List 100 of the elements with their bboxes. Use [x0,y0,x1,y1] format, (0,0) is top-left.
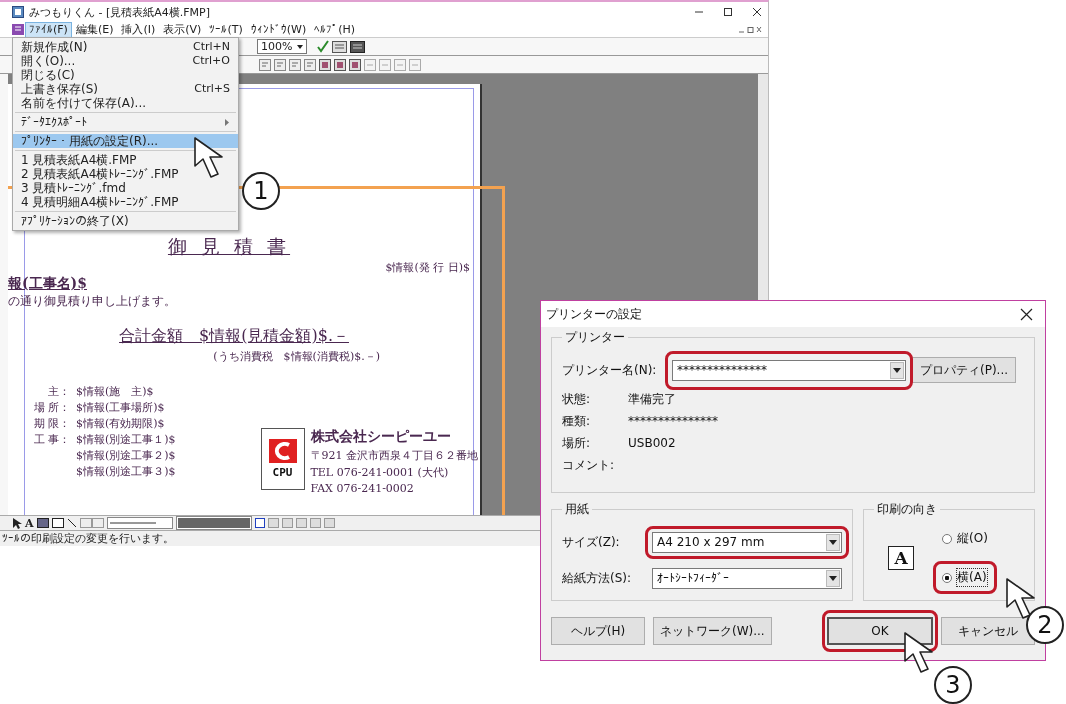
dropdown[interactable]: A4 210 x 297 mm [652,531,842,553]
dropdown-arrow-icon [829,575,837,581]
dropdown-arrow-icon [893,367,901,373]
layout-icon[interactable] [323,518,335,528]
company-address: 〒921 金沢市西泉４丁目６２番地 [310,448,478,463]
line-icon[interactable] [66,518,77,528]
step-number: 3 [934,666,972,704]
menu-item[interactable]: ｳｨﾝﾄﾞｳ(W) [247,22,310,37]
info-label: 種類: [562,412,592,430]
menu-item[interactable]: 上書き保存(S) Ctrl+S [13,82,238,96]
dialog-button[interactable]: OK [827,617,933,645]
dialog-button[interactable]: ヘルプ(H) [551,617,645,645]
field-label: 工 事： [32,432,70,447]
menu-item[interactable]: 新規作成(N) Ctrl+N [13,40,238,54]
layer-icon[interactable] [349,58,361,71]
menu-item[interactable]: ﾌｧｲﾙ(F) [26,22,71,37]
page-letter-icon: A [888,546,914,570]
align-icon[interactable] [304,58,316,71]
step-number: 2 [1026,606,1064,644]
group-label: 用紙 [564,501,590,518]
arrange-icon[interactable] [394,58,406,71]
menu-item[interactable]: ﾂｰﾙ(T) [206,22,246,37]
dialog-button[interactable]: ネットワーク(W)... [653,617,772,645]
menu-item[interactable]: 2 見積表紙A4横ﾄﾚｰﾆﾝｸﾞ.FMP [13,167,238,181]
layer-icon[interactable] [334,58,346,71]
menu-item[interactable]: 名前を付けて保存(A)... [13,96,238,110]
grid-icon[interactable] [332,40,347,53]
info-label: 場所: [562,434,592,452]
line-sample-icon [107,520,158,526]
menu-item[interactable]: 1 見積表紙A4横.FMP [13,153,238,167]
field-label: 場 所： [32,400,70,415]
dropdown[interactable]: *************** [672,359,906,381]
info-label: 状態: [562,390,592,408]
field-value: $情報(別途工事３)$ [76,464,176,479]
submenu-arrow-icon [225,118,230,126]
phone-number: TEL 076-241-0001 (大代) [310,465,450,480]
menu-item[interactable]: 表示(V) [160,22,205,37]
field-label: 期 限： [32,416,70,431]
close-icon[interactable] [1020,307,1033,321]
cursor-icon [904,632,934,674]
dropdown-arrow-icon [829,539,837,545]
group-label: プリンター [564,329,626,346]
menu-item[interactable]: ﾍﾙﾌﾟ(H) [311,22,359,37]
menu-item[interactable]: 開く(O)... Ctrl+O [13,54,238,68]
rectangle-icon[interactable] [51,518,64,528]
menu-item[interactable]: 編集(E) [72,22,117,37]
field-value: $情報(工事場所)$ [76,400,166,415]
app-icon [12,6,24,18]
menu-item[interactable]: 挿入(I) [118,22,159,37]
tax-field: (うち消費税 $情報(消費税)$.－) [213,349,380,364]
menu-item[interactable]: ﾃﾞｰﾀｴｸｽﾎﾟｰﾄ [13,115,238,129]
cursor-icon [1006,578,1036,620]
field-value: $情報(別途工事２)$ [76,448,176,463]
zoom-combo[interactable]: 100% [257,39,307,54]
field-label: 給紙方法(S): [562,569,633,587]
dialog-button[interactable]: キャンセル [941,617,1035,645]
layout-icon[interactable] [281,518,293,528]
close-icon[interactable] [752,7,762,17]
company-name: 株式会社シーピーユー [310,428,452,446]
properties-button[interactable]: プロパティ(P)... [912,357,1016,383]
field-value: $情報(施 主)$ [76,384,155,399]
dropdown[interactable]: ｵｰﾄｼｰﾄﾌｨｰﾀﾞｰ [652,567,842,589]
dialog-title: プリンターの設定 [546,305,642,323]
checkmark-icon[interactable] [316,40,329,53]
info-label: コメント: [562,456,616,474]
align-icon[interactable] [274,58,286,71]
menu-item[interactable]: ﾌﾟﾘﾝﾀｰ・用紙の設定(R)... [13,134,238,148]
menu-item[interactable]: 4 見積明細A4横ﾄﾚｰﾆﾝｸﾞ.FMP [13,195,238,209]
document-title: 御 見 積 書 [167,234,291,259]
window-title: みつもりくん - [見積表紙A4横.FMP] [29,4,211,20]
layout-icon[interactable] [295,518,307,528]
info-value: USB002 [628,436,676,450]
menu-item[interactable]: ｱﾌﾟﾘｹｰｼｮﾝの終了(X) [13,214,238,228]
c-mark-icon [268,439,297,463]
highlight-frame [933,561,997,594]
field-label: 主： [47,384,70,399]
maximize-icon[interactable] [723,7,733,17]
pointer-icon[interactable] [12,517,22,529]
text-tool-button[interactable]: A [25,517,34,529]
logo-text: CPU [272,466,293,479]
layout-icon[interactable] [309,518,321,528]
line-style-dropdown[interactable] [106,517,173,529]
arrange-icon[interactable] [409,58,421,71]
fax-number: FAX 076-241-0002 [310,482,415,495]
restore-window-icon[interactable] [738,25,762,34]
cursor-icon [194,137,224,179]
menu-item[interactable]: 3 見積ﾄﾚｰﾆﾝｸﾞ.fmd [13,181,238,195]
align-icon[interactable] [259,58,271,71]
grid-icon[interactable] [350,40,365,53]
table-icon[interactable] [36,518,49,528]
radio-option[interactable]: 縦(O) [942,530,988,547]
group-label: 印刷の向き [876,501,938,518]
menu-item[interactable]: 閉じる(C) [13,68,238,82]
project-name-field: 報(工事名)$ [8,275,87,293]
radio-option[interactable]: 横(A) [942,569,988,586]
frame-icon[interactable] [254,518,265,528]
field-value: $情報(有効期限)$ [76,416,166,431]
layer-icon[interactable] [319,58,331,71]
align-icon[interactable] [289,58,301,71]
arrange-icon[interactable] [379,58,391,71]
